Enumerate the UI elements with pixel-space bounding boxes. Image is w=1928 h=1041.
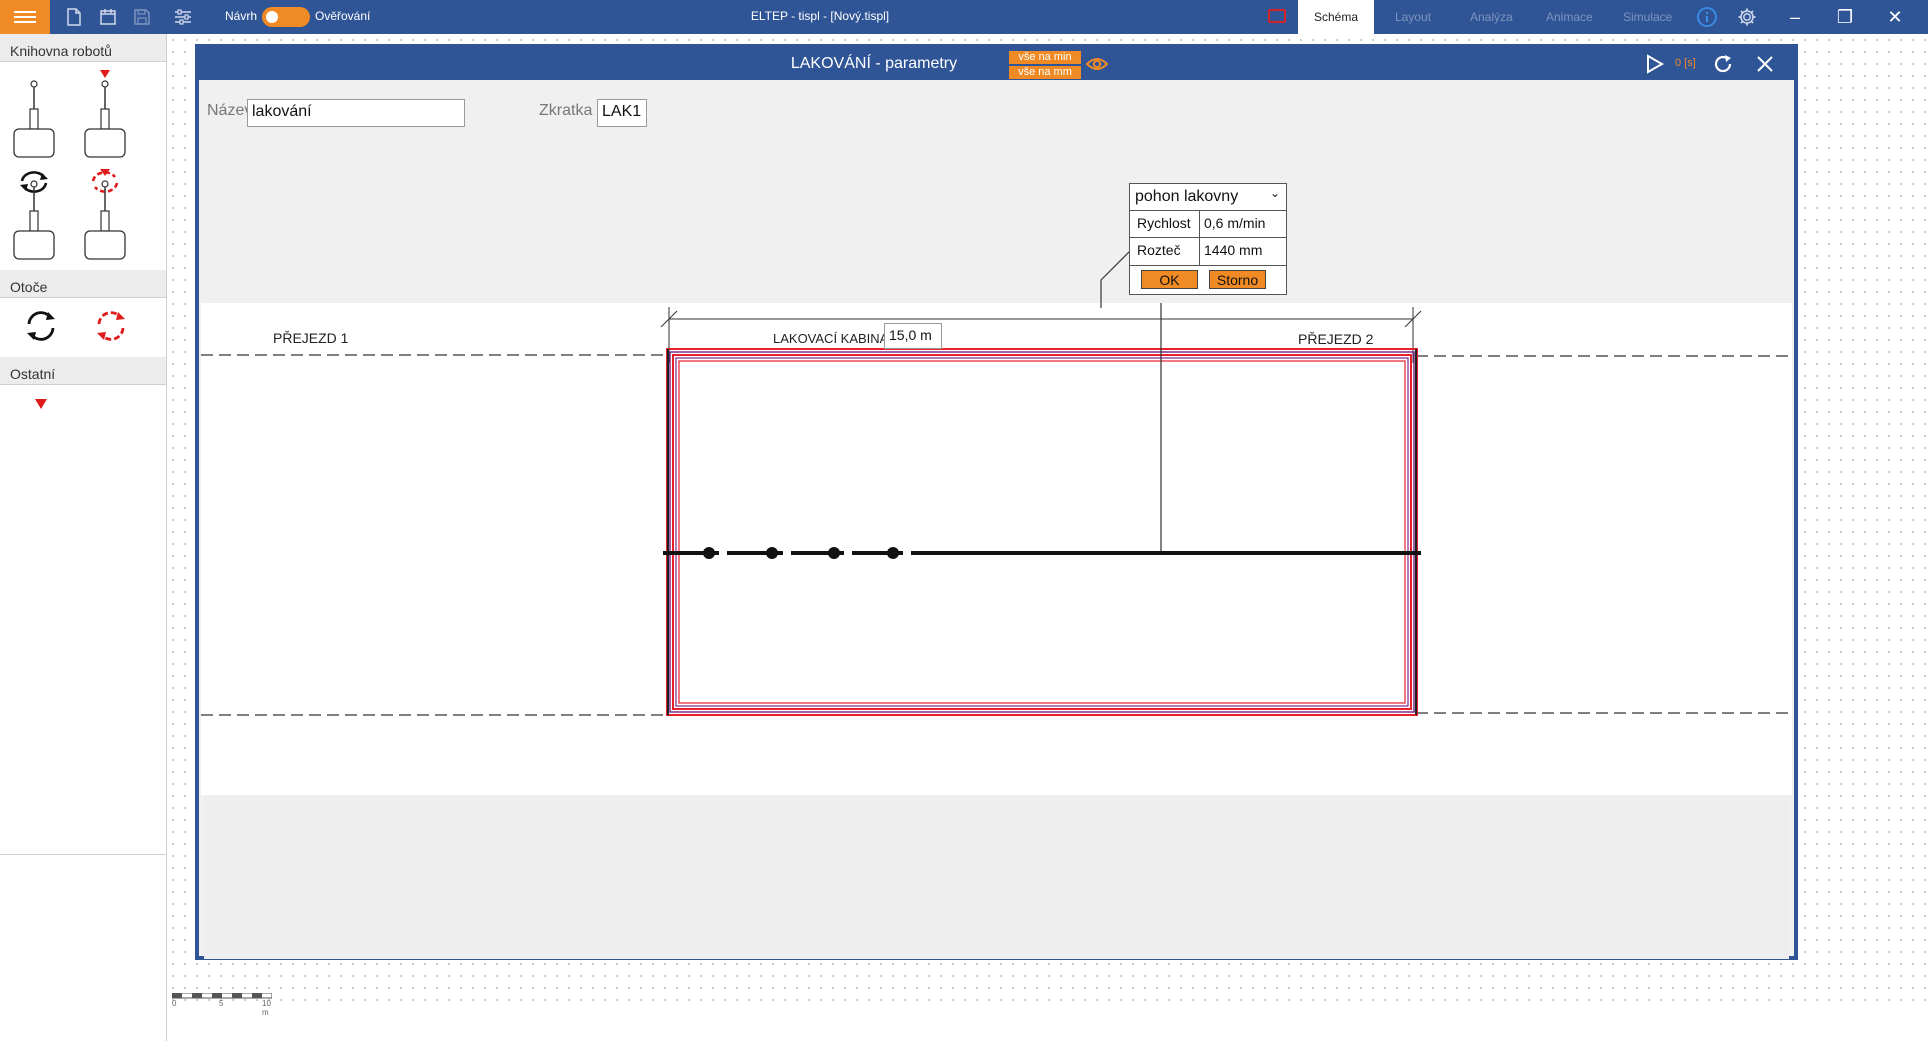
title-bar: Návrh Ověřování ELTEP - tispl - [Nový.ti… <box>0 0 1928 34</box>
window-title: ELTEP - tispl - [Nový.tispl] <box>750 9 890 23</box>
tab-simulation[interactable]: Simulace <box>1623 0 1672 34</box>
name-input[interactable]: lakování <box>247 99 465 127</box>
sliders-settings-icon[interactable] <box>172 6 194 28</box>
time-label: 0 [s] <box>1675 57 1696 69</box>
turntable-stop-rotate-icon[interactable] <box>94 309 128 343</box>
all-per-minute-button[interactable]: vše na min <box>1009 51 1081 64</box>
conveyor-hanger <box>828 547 840 559</box>
turntable-rotate-icon[interactable] <box>24 309 58 343</box>
conveyor-hanger <box>887 547 899 559</box>
pitch-row: Rozteč 1440 mm <box>1130 237 1286 266</box>
menu-line-icon <box>14 11 36 13</box>
drive-select[interactable]: pohon lakovny ⌄ <box>1130 184 1286 210</box>
booth-walls <box>666 348 1418 716</box>
transit-1-label: PŘEJEZD 1 <box>273 330 349 346</box>
turntables-heading: Otoče <box>0 270 166 298</box>
booth-label: LAKOVACÍ KABINA <box>773 331 889 346</box>
ok-button[interactable]: OK <box>1141 270 1198 289</box>
new-file-icon[interactable] <box>63 6 85 28</box>
robot-element[interactable] <box>12 79 56 159</box>
dialog-lower-panel <box>204 795 1789 959</box>
robot-turntable-stop-element[interactable] <box>83 167 127 263</box>
info-icon[interactable] <box>1696 6 1718 28</box>
shortcut-input[interactable]: LAK1 <box>597 99 647 127</box>
pitch-value-input[interactable]: 1440 mm <box>1201 238 1286 266</box>
save-icon[interactable] <box>131 6 153 28</box>
refresh-icon[interactable] <box>1712 53 1734 75</box>
tab-analysis[interactable]: Analýza <box>1470 0 1513 34</box>
tab-layout[interactable]: Layout <box>1395 0 1431 34</box>
stop-marker-icon[interactable] <box>35 396 47 409</box>
close-window-icon[interactable]: ✕ <box>1872 0 1918 34</box>
restore-icon[interactable]: ❐ <box>1822 0 1868 34</box>
transit-2-label: PŘEJEZD 2 <box>1298 331 1374 347</box>
all-per-mm-button[interactable]: vše na mm <box>1009 66 1081 79</box>
dialog-title: LAKOVÁNÍ - parametry <box>790 55 958 72</box>
gear-icon[interactable] <box>1736 6 1758 28</box>
robot-library-sidebar: Knihovna robotů Otoče Ostatní <box>0 34 167 1041</box>
close-icon[interactable] <box>1754 53 1776 75</box>
play-icon[interactable] <box>1643 53 1665 75</box>
speed-value-input[interactable]: 0,6 m/min <box>1201 211 1286 238</box>
mode-verify-label: Ověřování <box>315 9 371 23</box>
minimize-icon[interactable]: – <box>1772 0 1818 34</box>
monitor-view-icon[interactable] <box>1268 9 1286 23</box>
tab-schema[interactable]: Schéma <box>1298 0 1374 34</box>
booth-length-input[interactable]: 15,0 m <box>884 323 942 349</box>
menu-line-icon <box>14 16 36 18</box>
speed-row: Rychlost 0,6 m/min <box>1130 210 1286 238</box>
sidebar-divider <box>0 854 166 855</box>
popup-buttons-row: OK Storno <box>1130 265 1286 295</box>
robot-with-stop-element[interactable] <box>83 68 127 159</box>
booth-drawing-area[interactable]: PŘEJEZD 1 LAKOVACÍ KABINA 15,0 m PŘEJEZD… <box>201 303 1792 795</box>
eye-icon[interactable] <box>1085 54 1109 74</box>
scale-bar: 0 5 10 m <box>172 993 272 1017</box>
conveyor-hanger <box>703 547 715 559</box>
dialog-header: LAKOVÁNÍ - parametry vše na min vše na m… <box>199 48 1794 80</box>
mode-design-label: Návrh <box>225 9 258 23</box>
menu-line-icon <box>14 21 36 23</box>
pitch-label: Rozteč <box>1130 238 1200 266</box>
scale-tick-5: 5 <box>219 999 224 1008</box>
mode-toggle-switch[interactable] <box>262 7 310 27</box>
conveyor-hanger <box>766 547 778 559</box>
shortcut-label: Zkratka <box>539 102 593 119</box>
chevron-down-icon[interactable]: ⌄ <box>1270 186 1280 200</box>
paint-parameters-dialog: LAKOVÁNÍ - parametry vše na min vše na m… <box>195 44 1798 960</box>
open-file-icon[interactable] <box>97 6 119 28</box>
other-heading: Ostatní <box>0 357 166 385</box>
robot-library-heading: Knihovna robotů <box>0 34 166 62</box>
drive-settings-popup: pohon lakovny ⌄ Rychlost 0,6 m/min Rozte… <box>1129 183 1287 295</box>
scale-tick-10: 10 m <box>262 999 271 1017</box>
scale-tick-0: 0 <box>172 999 177 1008</box>
toggle-knob <box>266 11 278 23</box>
hamburger-menu-button[interactable] <box>0 0 50 34</box>
tab-animation[interactable]: Animace <box>1546 0 1593 34</box>
cancel-button[interactable]: Storno <box>1209 270 1266 289</box>
robot-turntable-element[interactable] <box>12 167 56 263</box>
drive-select-value: pohon lakovny <box>1135 188 1239 205</box>
speed-label: Rychlost <box>1130 211 1200 238</box>
booth-schematic <box>201 303 1792 716</box>
name-label: Název <box>207 102 253 119</box>
